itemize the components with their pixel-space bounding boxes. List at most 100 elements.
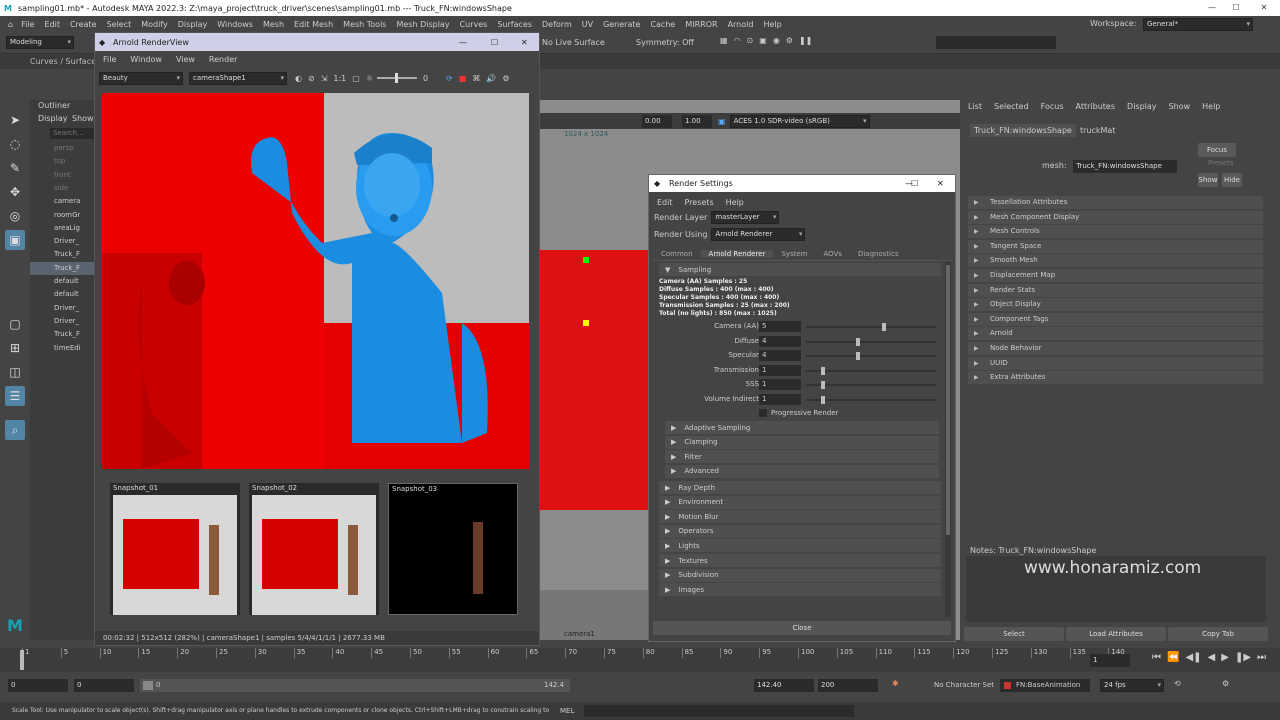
- render-layer-dropdown[interactable]: masterLayer: [711, 210, 780, 224]
- rs-menu-presets[interactable]: Presets: [685, 198, 714, 207]
- truck-mesh[interactable]: [540, 250, 650, 510]
- camera-dropdown[interactable]: cameraShape1: [189, 71, 287, 85]
- rs-maximize-icon[interactable]: ☐: [911, 179, 918, 188]
- menu-select[interactable]: Select: [107, 20, 132, 29]
- command-field[interactable]: [936, 36, 1056, 49]
- menu-generate[interactable]: Generate: [603, 20, 640, 29]
- menu-cache[interactable]: Cache: [650, 20, 675, 29]
- settings-gear-icon[interactable]: ⚙: [502, 74, 509, 83]
- layout-two-icon[interactable]: ◫: [5, 362, 25, 382]
- menu-mesh-display[interactable]: Mesh Display: [396, 20, 449, 29]
- refresh-icon[interactable]: ⟳: [446, 74, 453, 83]
- fps-dropdown[interactable]: 24 fps: [1100, 679, 1164, 692]
- ae-section-header[interactable]: Mesh Component Display: [968, 210, 1263, 224]
- playback-end-field[interactable]: 142.40: [754, 679, 814, 692]
- ae-section-header[interactable]: UUID: [968, 356, 1263, 370]
- outliner-item[interactable]: camera: [30, 195, 94, 208]
- show-button[interactable]: Show: [1198, 173, 1218, 187]
- snap-curve-icon[interactable]: ◠: [734, 36, 741, 49]
- subsection-header[interactable]: ▶ Adaptive Sampling: [665, 421, 939, 434]
- ae-button-load-attributes[interactable]: Load Attributes: [1066, 627, 1166, 641]
- step-back-key-icon[interactable]: ⏪: [1167, 652, 1179, 663]
- paint-select-icon[interactable]: ✎: [5, 158, 25, 178]
- attr-slider[interactable]: [806, 381, 936, 390]
- exposure-icon[interactable]: ☼: [366, 74, 373, 83]
- menuset-dropdown[interactable]: Modeling: [6, 36, 74, 49]
- rv-close-icon[interactable]: ✕: [521, 38, 528, 47]
- ae-section-header[interactable]: Node Behavior: [968, 342, 1263, 355]
- focus-button[interactable]: Focus: [1198, 143, 1236, 157]
- outliner-item[interactable]: default: [30, 288, 94, 301]
- sampling-section-header[interactable]: ▼ Sampling: [659, 263, 941, 276]
- outliner-item[interactable]: areaLig: [30, 222, 94, 235]
- menu-arnold[interactable]: Arnold: [728, 20, 754, 29]
- pause-icon[interactable]: ❚❚: [799, 36, 812, 49]
- section-header[interactable]: ▶ Subdivision: [659, 568, 941, 582]
- anim-layer-field[interactable]: FN:BaseAnimation: [1000, 679, 1090, 692]
- render-settings-icon[interactable]: ⚙: [786, 36, 793, 49]
- manipulator-y-handle[interactable]: [583, 257, 589, 263]
- menu-create[interactable]: Create: [70, 20, 97, 29]
- ae-menu-show[interactable]: Show: [1169, 102, 1191, 111]
- play-forward-icon[interactable]: ▶: [1221, 652, 1229, 663]
- section-header[interactable]: ▶ Textures: [659, 554, 941, 567]
- zoom-ratio[interactable]: 1:1: [333, 74, 346, 83]
- go-start-icon[interactable]: ⏮: [1152, 652, 1161, 663]
- rv-menu-view[interactable]: View: [176, 55, 195, 64]
- end-time-field[interactable]: 200: [818, 679, 878, 692]
- gamma-field[interactable]: 0.00: [642, 114, 672, 128]
- ae-tab[interactable]: Truck_FN:windowsShape: [970, 124, 1076, 137]
- lut-icon[interactable]: ⊘: [308, 74, 315, 83]
- rs-close-icon[interactable]: ✕: [937, 179, 944, 188]
- tab-diagnostics[interactable]: Diagnostics: [850, 250, 907, 258]
- ae-menu-focus[interactable]: Focus: [1041, 102, 1064, 111]
- layout-single-icon[interactable]: ▢: [5, 314, 25, 334]
- subsection-header[interactable]: ▶ Filter: [665, 450, 939, 464]
- rv-menu-render[interactable]: Render: [209, 55, 237, 64]
- outliner-item[interactable]: roomGr: [30, 209, 94, 222]
- outliner-item[interactable]: Driver_: [30, 235, 94, 248]
- loop-icon[interactable]: ⟲: [1174, 679, 1181, 688]
- snapshot-thumb-2[interactable]: Snapshot_02: [249, 483, 379, 615]
- snap-point-icon[interactable]: ⊙: [747, 36, 754, 49]
- move-tool-icon[interactable]: ✥: [5, 182, 25, 202]
- live-surface-label[interactable]: No Live Surface: [542, 38, 605, 47]
- colorspace-dropdown[interactable]: ACES 1.0 SDR-video (sRGB): [729, 114, 870, 128]
- outliner-item[interactable]: top: [30, 155, 94, 168]
- ae-section-header[interactable]: Render Stats: [968, 283, 1263, 297]
- attr-slider[interactable]: [806, 323, 936, 331]
- attr-value-field[interactable]: 5: [759, 321, 801, 332]
- outliner-item[interactable]: Driver_: [30, 315, 94, 328]
- tab-aovs[interactable]: AOVs: [815, 250, 850, 258]
- renderer-dropdown[interactable]: Arnold Renderer: [711, 227, 806, 241]
- ae-section-header[interactable]: Arnold: [968, 327, 1263, 341]
- ae-menu-list[interactable]: List: [968, 102, 982, 111]
- ae-section-header[interactable]: Mesh Controls: [968, 225, 1263, 239]
- hide-button[interactable]: Hide: [1222, 173, 1242, 187]
- mesh-name-field[interactable]: Truck_FN:windowsShape: [1073, 160, 1178, 173]
- current-time-marker[interactable]: [20, 650, 24, 670]
- render-icon[interactable]: ▣: [759, 36, 767, 49]
- step-forward-icon[interactable]: ❚▶: [1235, 652, 1251, 663]
- menu-edit[interactable]: Edit: [44, 20, 60, 29]
- menu-windows[interactable]: Windows: [217, 20, 253, 29]
- rs-menu-help[interactable]: Help: [726, 198, 744, 207]
- outliner-item[interactable]: Driver_: [30, 302, 94, 315]
- rv-menu-window[interactable]: Window: [130, 55, 162, 64]
- progressive-render-checkbox[interactable]: [759, 409, 767, 417]
- command-line-input[interactable]: [584, 705, 854, 717]
- outliner-menu-show[interactable]: Show: [72, 114, 94, 123]
- menu-uv[interactable]: UV: [582, 20, 593, 29]
- crop-icon[interactable]: ⇲: [321, 74, 328, 83]
- outliner-item[interactable]: Truck_F: [30, 261, 94, 275]
- menu-file[interactable]: File: [21, 20, 34, 29]
- aov-dropdown[interactable]: Beauty: [99, 71, 183, 85]
- anim-prefs-icon[interactable]: ⚙: [1222, 679, 1229, 688]
- playback-start-field[interactable]: 0: [74, 679, 134, 692]
- outliner-search-input[interactable]: Search...: [50, 128, 94, 139]
- workspace-dropdown[interactable]: General*: [1142, 18, 1253, 31]
- outliner-menu-display[interactable]: Display: [38, 114, 68, 123]
- close-icon[interactable]: ✕: [1252, 0, 1276, 16]
- play-back-icon[interactable]: ◀: [1208, 652, 1216, 663]
- symmetry-dropdown[interactable]: Symmetry: Off: [636, 38, 694, 47]
